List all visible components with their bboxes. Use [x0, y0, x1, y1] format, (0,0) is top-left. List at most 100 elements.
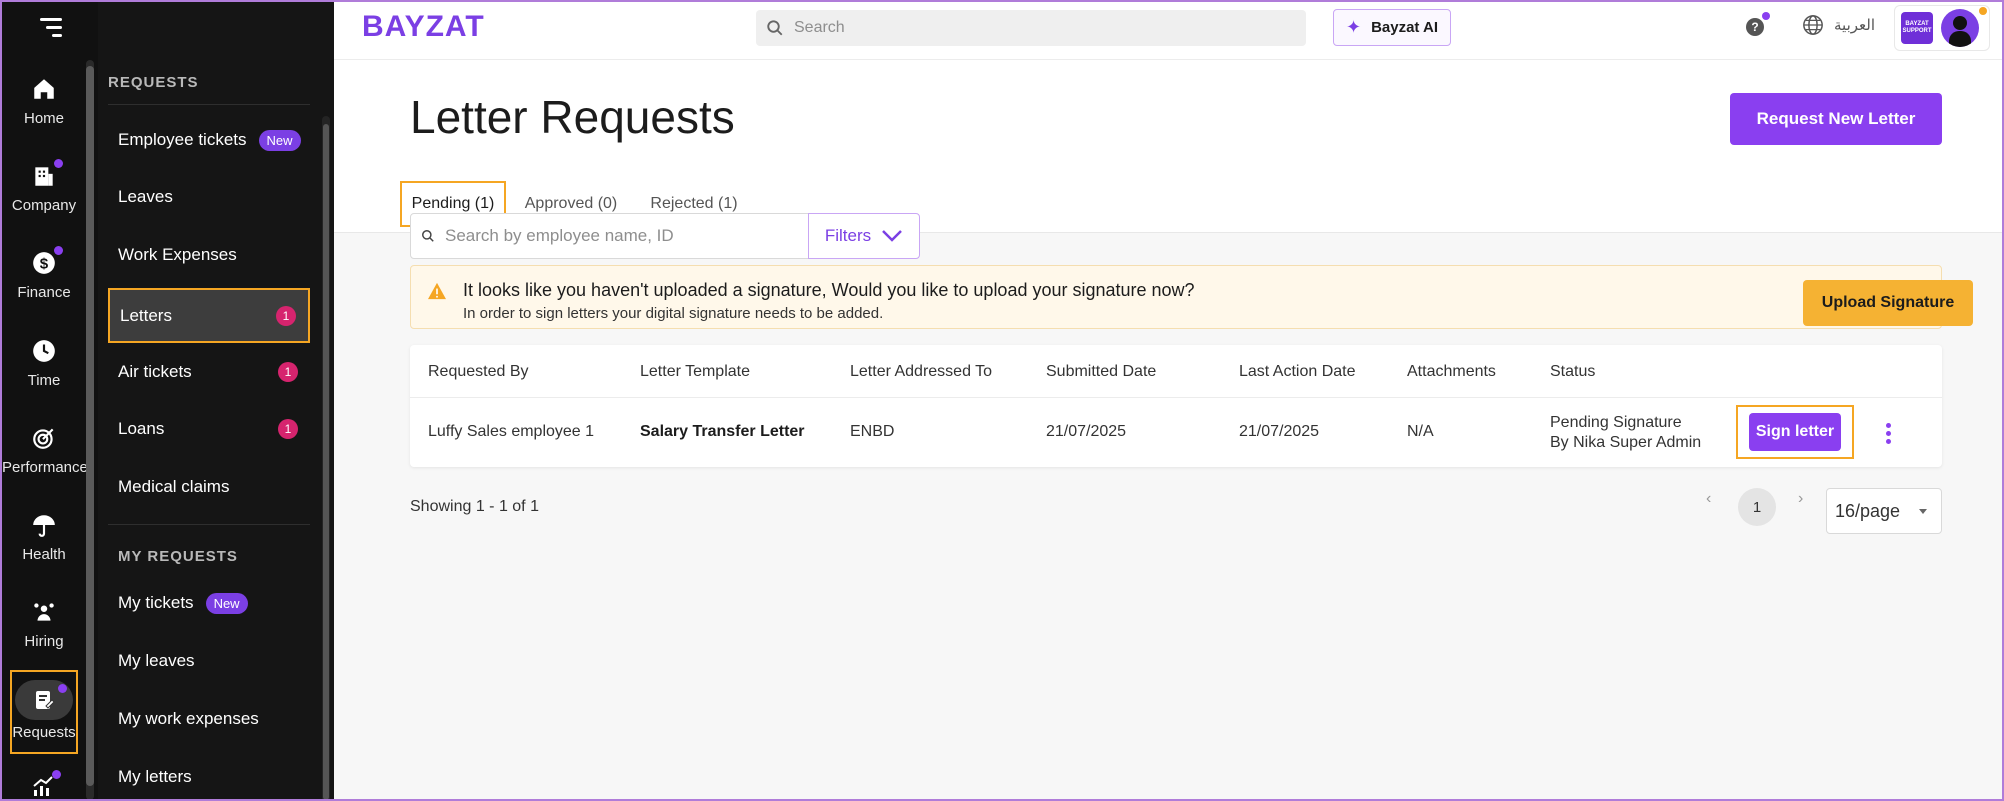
sidebar-item-my-tickets[interactable]: My tickets New: [108, 578, 310, 628]
menu-icon[interactable]: [40, 18, 62, 40]
sidebar-item-loans[interactable]: Loans 1: [108, 404, 310, 454]
primary-nav-rail: Home Company $ Finance Time Performance …: [2, 2, 98, 799]
chevron-down-icon: [882, 230, 903, 242]
column-header: Letter Template: [640, 363, 750, 380]
bayzat-logo[interactable]: BAYZAT: [362, 10, 485, 44]
divider: [108, 524, 310, 525]
svg-text:$: $: [40, 255, 49, 272]
company-logo: BAYZAT SUPPORT: [1901, 12, 1933, 44]
globe-icon: [1803, 15, 1823, 35]
alert-title: It looks like you haven't uploaded a sig…: [463, 280, 1195, 300]
more-options-icon[interactable]: [1886, 423, 1894, 445]
sparkle-icon: ✦: [1345, 17, 1362, 37]
cell-last-action-date: 21/07/2025: [1239, 423, 1320, 440]
pagination-summary: Showing 1 - 1 of 1: [410, 498, 539, 515]
cell-addressed-to: ENBD: [850, 423, 895, 440]
count-badge: 1: [278, 362, 298, 382]
filters-button[interactable]: Filters: [808, 213, 920, 259]
alert-subtitle: In order to sign letters your digital si…: [463, 305, 884, 322]
cell-submitted-date: 21/07/2025: [1046, 423, 1127, 440]
cell-attachments: N/A: [1407, 423, 1434, 440]
employee-search-input[interactable]: [445, 226, 785, 246]
employee-search[interactable]: [410, 213, 810, 259]
rail-item-home[interactable]: Home: [2, 76, 86, 156]
rail-item-finance[interactable]: $ Finance: [2, 246, 86, 330]
warning-icon: [428, 282, 446, 300]
sidebar-item-letters[interactable]: Letters 1: [108, 288, 310, 343]
home-icon: [31, 76, 57, 102]
column-header: Status: [1550, 363, 1596, 380]
app-frame: Home Company $ Finance Time Performance …: [0, 0, 2004, 801]
column-header: Submitted Date: [1046, 363, 1157, 380]
sidebar-item-my-work-expenses[interactable]: My work expenses: [108, 694, 310, 744]
upload-signature-button[interactable]: Upload Signature: [1803, 280, 1973, 326]
new-badge: New: [258, 129, 301, 151]
prev-page-icon[interactable]: ‹: [1706, 490, 1711, 508]
page-title: Letter Requests: [410, 91, 735, 143]
signature-alert: It looks like you haven't uploaded a sig…: [410, 265, 1973, 329]
clipboard-edit-icon: [15, 680, 73, 720]
language-switcher[interactable]: العربية: [1802, 14, 1875, 36]
top-header: BAYZAT ✦ Bayzat AI ? العربية BAYZAT SUPP…: [334, 2, 2002, 60]
column-header: Attachments: [1407, 363, 1496, 380]
sidebar-item-medical-claims[interactable]: Medical claims: [108, 462, 310, 512]
global-search[interactable]: [756, 10, 1306, 46]
umbrella-heart-icon: [31, 512, 57, 538]
cell-letter-template: Salary Transfer Letter: [640, 423, 805, 440]
rail-item-health[interactable]: Health: [2, 512, 86, 592]
avatar: [1941, 9, 1979, 47]
notification-dot: [58, 684, 67, 693]
rail-item-performance[interactable]: Performance: [2, 425, 88, 505]
caret-down-icon: [1919, 509, 1927, 514]
column-header: Last Action Date: [1239, 363, 1356, 380]
rail-item-time[interactable]: Time: [2, 338, 86, 418]
count-badge: 1: [278, 419, 298, 439]
divider: [108, 104, 310, 105]
sign-letter-highlight: Sign letter: [1736, 405, 1854, 459]
page-size-select[interactable]: 16/page: [1826, 488, 1942, 534]
global-search-input[interactable]: [794, 19, 1274, 37]
next-page-icon[interactable]: ›: [1798, 490, 1803, 508]
sidebar-item-employee-tickets[interactable]: Employee tickets New: [108, 115, 310, 165]
letter-requests-table: Requested By Letter Template Letter Addr…: [410, 345, 1942, 467]
column-header: Requested By: [428, 363, 529, 380]
page-header: Letter Requests Request New Letter Pendi…: [334, 60, 2002, 233]
secondary-sidebar: REQUESTS Employee tickets New Leaves Wor…: [98, 2, 334, 799]
analytics-icon[interactable]: [31, 770, 61, 798]
notification-dot: [54, 246, 63, 255]
sidebar-item-my-letters[interactable]: My letters: [108, 752, 310, 799]
dollar-icon: $: [31, 246, 63, 276]
sidebar-item-work-expenses[interactable]: Work Expenses: [108, 230, 310, 280]
search-icon: [422, 230, 434, 242]
sidebar-item-leaves[interactable]: Leaves: [108, 172, 310, 222]
rail-scrollbar[interactable]: [86, 60, 94, 799]
building-icon: [31, 159, 63, 189]
cell-requested-by: Luffy Sales employee 1: [428, 423, 595, 440]
count-badge: 1: [276, 305, 296, 326]
section-title-requests: REQUESTS: [108, 74, 199, 91]
cell-status: Pending Signature By Nika Super Admin: [1550, 414, 1702, 451]
target-icon: [31, 425, 57, 451]
notification-dot: [54, 159, 63, 168]
rail-item-company[interactable]: Company: [2, 159, 86, 243]
sidebar-scrollbar[interactable]: [322, 116, 330, 799]
people-network-icon: [31, 599, 57, 625]
section-title-my-requests: MY REQUESTS: [118, 548, 238, 565]
rail-item-hiring[interactable]: Hiring: [2, 599, 86, 679]
status-dot: [1979, 7, 1987, 15]
clock-icon: [31, 338, 57, 364]
rail-item-requests[interactable]: Requests: [10, 670, 78, 754]
bayzat-ai-button[interactable]: ✦ Bayzat AI: [1333, 9, 1451, 46]
row-divider: [410, 397, 1942, 398]
sidebar-item-air-tickets[interactable]: Air tickets 1: [108, 347, 310, 397]
new-badge: New: [205, 592, 248, 614]
help-icon[interactable]: ?: [1746, 12, 1770, 36]
account-switcher[interactable]: BAYZAT SUPPORT: [1894, 5, 1990, 51]
sign-letter-button[interactable]: Sign letter: [1749, 413, 1841, 451]
sidebar-item-my-leaves[interactable]: My leaves: [108, 636, 310, 686]
main-content: Letter Requests Request New Letter Pendi…: [334, 60, 2002, 799]
column-header: Letter Addressed To: [850, 363, 993, 380]
search-icon: [767, 20, 783, 36]
page-number[interactable]: 1: [1738, 488, 1776, 526]
request-new-letter-button[interactable]: Request New Letter: [1730, 93, 1942, 145]
